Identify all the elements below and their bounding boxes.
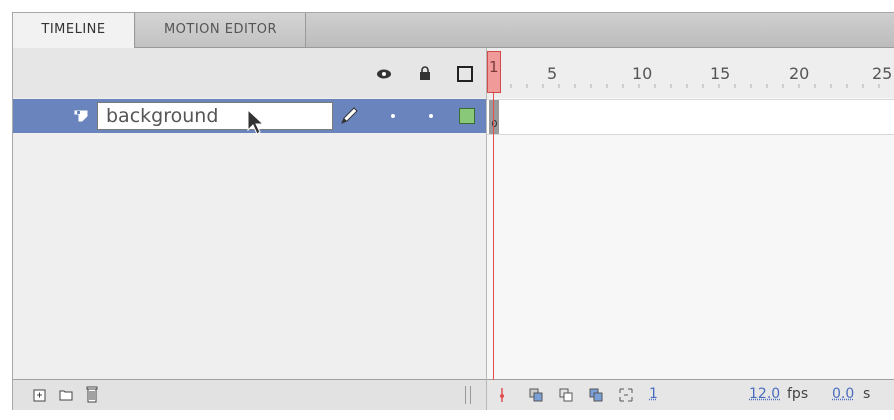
eye-icon[interactable]	[377, 69, 391, 79]
frame-ruler[interactable]: 5 10 15 20 25	[487, 48, 894, 98]
keyframe[interactable]	[489, 100, 499, 134]
ruler-ticks	[494, 84, 880, 88]
ruler-tick-label: 5	[547, 64, 558, 83]
pencil-icon	[341, 107, 358, 124]
outline-icon[interactable]	[457, 66, 473, 82]
edit-multiple-frames-icon[interactable]	[589, 388, 603, 402]
playhead-frame-label: 1	[489, 58, 499, 76]
layer-icon	[74, 110, 88, 122]
elapsed-time-value[interactable]: 0.0	[832, 386, 854, 402]
onion-skin-outlines-icon[interactable]	[559, 388, 573, 402]
visibility-dot[interactable]	[391, 114, 395, 118]
trash-icon[interactable]	[85, 384, 99, 404]
layer-name-input[interactable]	[97, 102, 333, 130]
ruler-tick-label: 15	[710, 64, 731, 83]
new-folder-icon[interactable]	[59, 388, 73, 402]
frame-row-background[interactable]	[487, 99, 894, 135]
lock-dot[interactable]	[429, 114, 433, 118]
ruler-tick-label: 10	[632, 64, 653, 83]
tab-bar: TIMELINE MOTION EDITOR	[13, 13, 894, 48]
ruler-tick-label: 25	[872, 64, 893, 83]
layers-toolbar	[13, 379, 486, 410]
elapsed-time-unit: s	[863, 386, 871, 402]
resize-grip[interactable]	[465, 386, 471, 404]
ruler-tick-label: 20	[789, 64, 810, 83]
layer-outline-color[interactable]	[459, 108, 475, 124]
onion-skin-icon[interactable]	[529, 388, 543, 402]
new-layer-icon[interactable]	[33, 388, 47, 402]
playhead-line	[493, 93, 494, 380]
modify-onion-markers-icon[interactable]	[619, 388, 633, 402]
fps-value[interactable]: 12.0	[749, 386, 780, 402]
tab-timeline[interactable]: TIMELINE	[13, 13, 135, 48]
tab-motion-editor[interactable]: MOTION EDITOR	[136, 13, 306, 47]
current-frame-value[interactable]: 1	[649, 386, 658, 402]
frames-toolbar: 1 12.0 fps 0.0 s	[487, 379, 894, 410]
frames-area: 5 10 15 20 25 1 1 12.0 fps 0.0 s	[486, 48, 894, 410]
layer-header	[13, 48, 486, 98]
timeline-panel: TIMELINE MOTION EDITOR background 5 10 1…	[12, 12, 894, 410]
layers-panel	[13, 48, 486, 410]
lock-icon[interactable]	[419, 66, 431, 80]
center-frame-icon[interactable]	[497, 388, 507, 402]
fps-unit: fps	[787, 386, 809, 402]
mouse-cursor-icon	[247, 108, 265, 135]
